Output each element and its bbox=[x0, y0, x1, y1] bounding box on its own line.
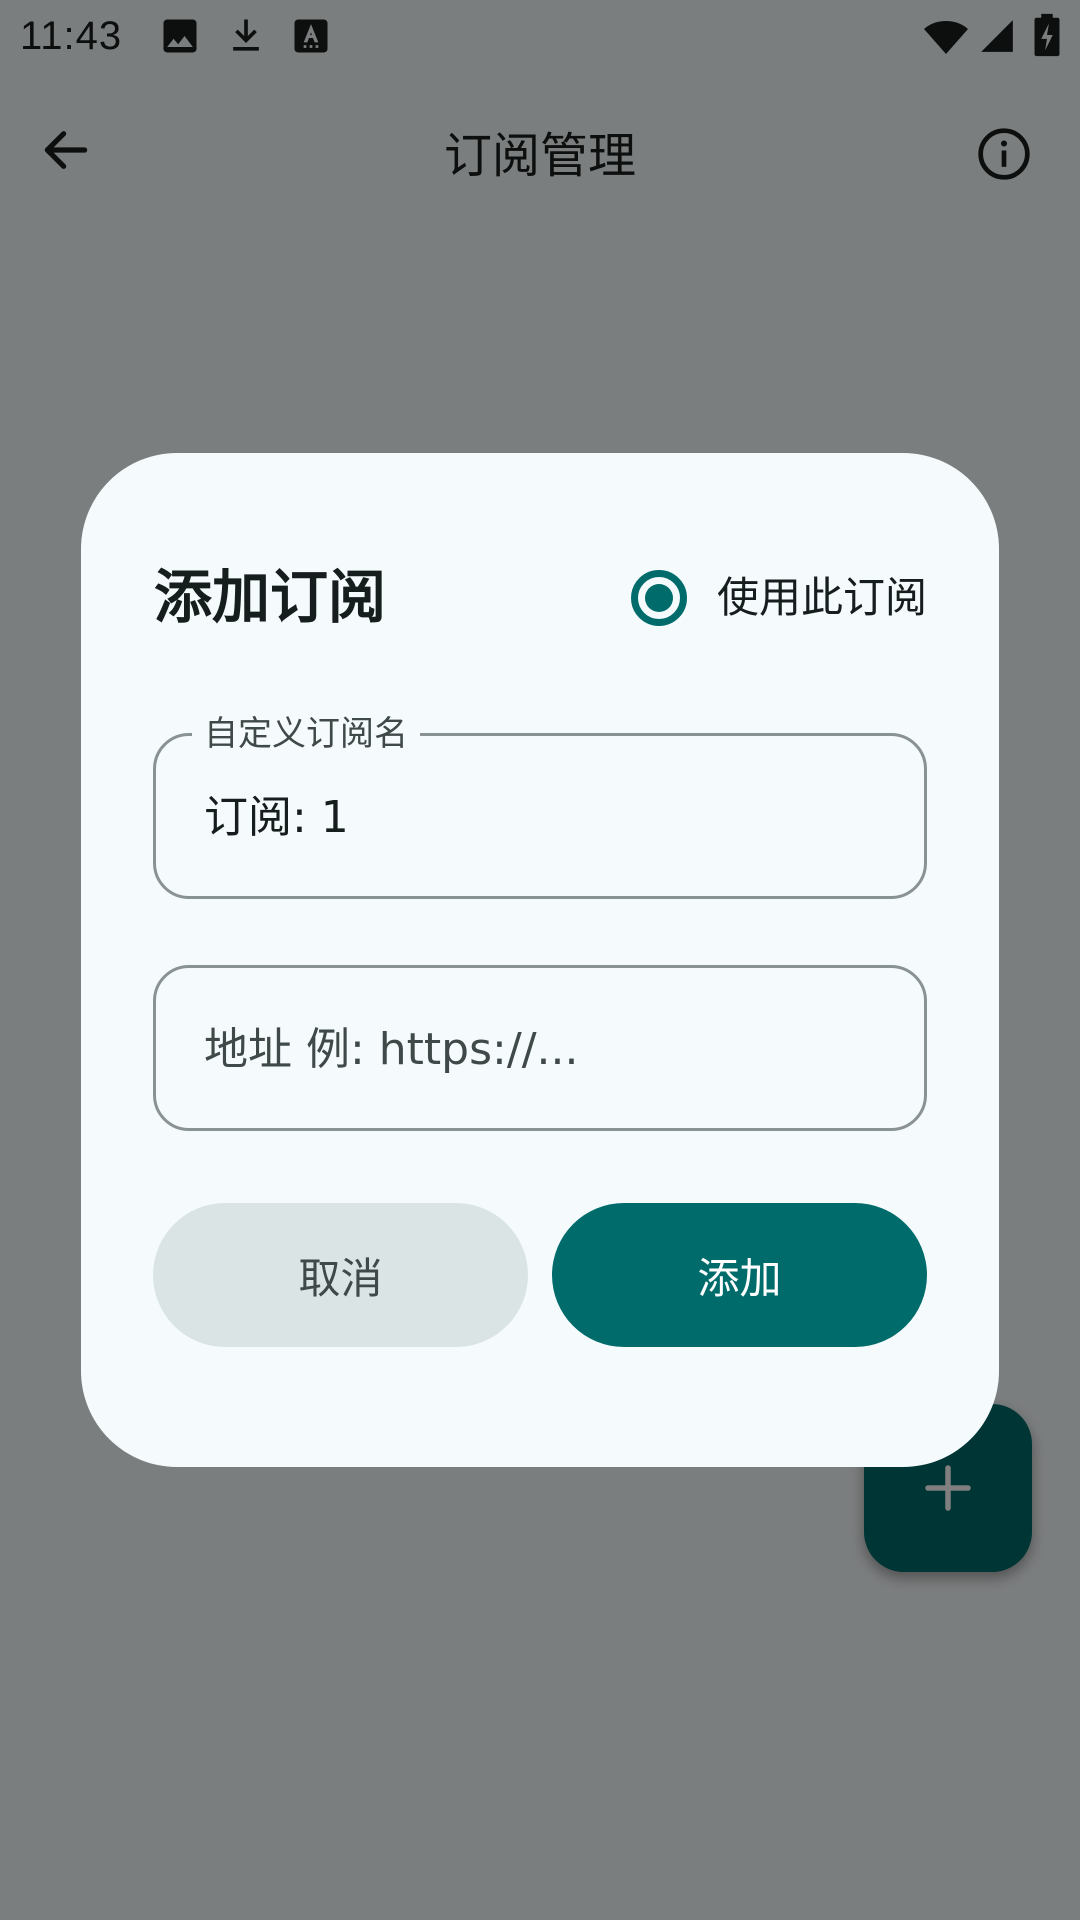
add-button[interactable]: 添加 bbox=[552, 1203, 927, 1347]
subscription-url-field[interactable] bbox=[153, 965, 927, 1131]
subscription-name-input[interactable] bbox=[204, 786, 884, 850]
radio-selected-dot bbox=[644, 584, 673, 612]
use-subscription-radio[interactable] bbox=[630, 570, 687, 626]
subscription-name-label: 自定义订阅名 bbox=[192, 712, 420, 756]
subscription-name-field[interactable]: 自定义订阅名 bbox=[153, 712, 927, 899]
add-subscription-dialog: 添加订阅 使用此订阅 自定义订阅名 取消 添加 bbox=[81, 453, 999, 1467]
use-subscription-option[interactable]: 使用此订阅 bbox=[630, 563, 927, 633]
use-subscription-label: 使用此订阅 bbox=[716, 573, 927, 622]
cancel-button[interactable]: 取消 bbox=[153, 1203, 528, 1347]
subscription-url-input[interactable] bbox=[204, 1018, 884, 1082]
dialog-title: 添加订阅 bbox=[154, 563, 387, 631]
